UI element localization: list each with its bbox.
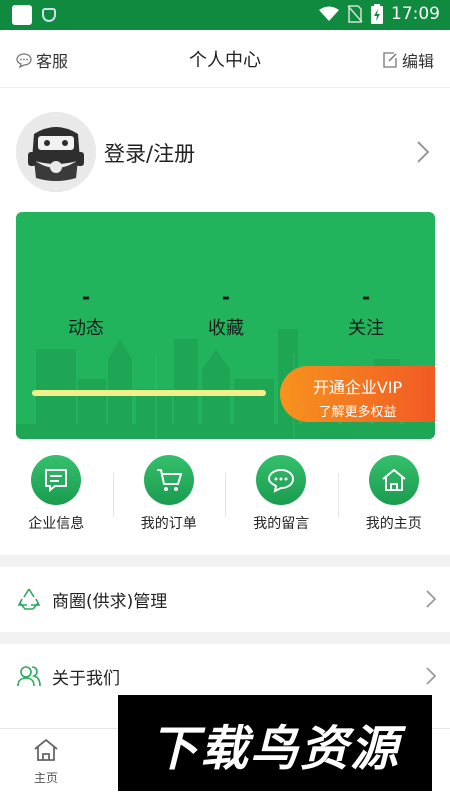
- profile-row[interactable]: 登录/注册: [16, 112, 436, 194]
- stat-dynamics-value: -: [81, 285, 91, 309]
- chevron-right-icon: [426, 667, 436, 685]
- action-my-messages-label: 我的留言: [253, 516, 310, 532]
- section-divider: [0, 632, 450, 644]
- progress-fill: [32, 390, 266, 396]
- edit-icon: [383, 52, 397, 68]
- stat-favorites[interactable]: - 收藏: [166, 285, 286, 340]
- action-my-orders-label: 我的订单: [140, 516, 197, 532]
- action-my-orders[interactable]: 我的订单: [112, 455, 226, 545]
- action-company-info-label: 企业信息: [28, 516, 85, 532]
- users-icon: [17, 666, 41, 687]
- status-bar: 17:09: [0, 0, 450, 30]
- no-sim-icon: [347, 5, 363, 23]
- home-icon: [368, 455, 419, 505]
- stat-dynamics-label: 动态: [68, 318, 104, 339]
- edit-label: 编辑: [401, 52, 434, 71]
- section-divider: [0, 555, 450, 567]
- chevron-right-icon: [417, 141, 430, 163]
- vip-upgrade-button[interactable]: 开通企业VIP 了解更多权益: [280, 366, 435, 422]
- wifi-icon: [319, 6, 339, 21]
- list-item-business-circle[interactable]: 商圈(供求)管理: [0, 568, 450, 630]
- chevron-right-icon: [426, 590, 436, 608]
- shield-icon: [42, 8, 56, 22]
- action-my-messages[interactable]: 我的留言: [225, 455, 338, 545]
- recycle-icon: [17, 588, 41, 610]
- battery-icon: [371, 4, 383, 24]
- cart-icon: [143, 455, 194, 505]
- edit-button[interactable]: 编辑: [382, 48, 434, 72]
- action-my-homepage[interactable]: 我的主页: [337, 455, 450, 545]
- stat-following-value: -: [361, 285, 371, 309]
- chat-icon: [256, 455, 307, 505]
- action-my-homepage-label: 我的主页: [365, 516, 422, 532]
- robot-avatar-icon: [16, 112, 96, 192]
- app-header: 客服 个人中心 编辑: [0, 30, 450, 88]
- action-company-info[interactable]: 企业信息: [0, 455, 113, 545]
- avatar[interactable]: [16, 112, 96, 192]
- vip-subtitle: 了解更多权益: [318, 405, 397, 420]
- stat-dynamics[interactable]: - 动态: [26, 285, 146, 340]
- status-time: 17:09: [391, 4, 440, 24]
- stat-favorites-value: -: [221, 285, 231, 309]
- nav-home-tab[interactable]: 主页: [16, 737, 76, 786]
- app-icon: [12, 5, 32, 25]
- stat-following-label: 关注: [348, 318, 384, 339]
- nav-home-label: 主页: [33, 771, 58, 785]
- home-icon: [34, 738, 58, 761]
- list-item-label: 关于我们: [52, 669, 120, 689]
- watermark-banner: 下载鸟资源: [118, 695, 432, 791]
- stat-following[interactable]: - 关注: [306, 285, 426, 340]
- vip-title: 开通企业VIP: [312, 378, 403, 397]
- progress-bar: [32, 390, 266, 396]
- login-register-link[interactable]: 登录/注册: [104, 138, 195, 168]
- watermark-text: 下载鸟资源: [149, 721, 400, 777]
- stat-favorites-label: 收藏: [208, 318, 244, 339]
- list-item-label: 商圈(供求)管理: [52, 592, 168, 612]
- quick-actions: 企业信息 我的订单 我的留言 我的主页: [0, 455, 450, 545]
- member-card: - 动态 - 收藏 - 关注 开通企业VIP 了解更多权益: [16, 212, 435, 439]
- document-icon: [31, 455, 82, 505]
